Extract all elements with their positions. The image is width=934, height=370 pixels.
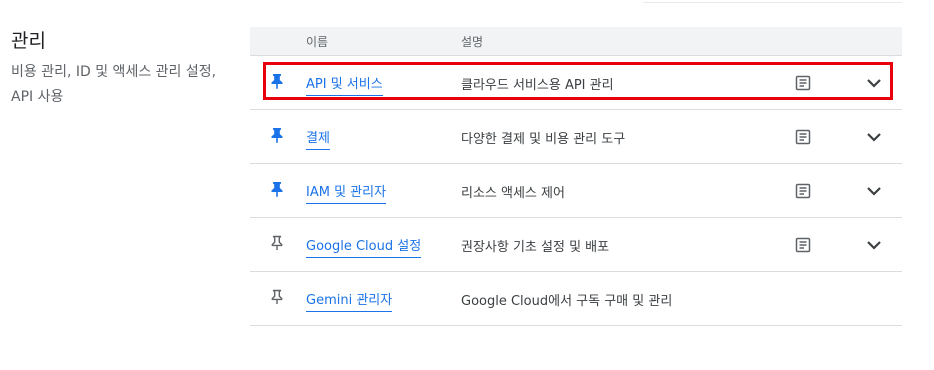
pin-filled-icon[interactable] <box>270 127 284 143</box>
section-title: 관리 <box>11 30 46 52</box>
pin-outline-icon[interactable] <box>270 235 284 251</box>
product-link[interactable]: Gemini 관리자 <box>306 289 393 312</box>
product-link[interactable]: Google Cloud 설정 <box>306 235 422 258</box>
product-link[interactable]: API 및 서비스 <box>306 73 383 96</box>
documentation-icon[interactable] <box>795 183 811 199</box>
pin-filled-icon[interactable] <box>270 181 284 197</box>
pin-outline-icon[interactable] <box>270 289 284 305</box>
table-row: API 및 서비스 클라우드 서비스용 API 관리 <box>250 56 902 110</box>
table-row: IAM 및 관리자 리소스 액세스 제어 <box>250 164 902 218</box>
product-description: 권장사항 기초 설정 및 배포 <box>461 240 610 255</box>
products-table: 이름 설명 API 및 서비스 클라우드 서비스용 API 관리결제 다양한 결제 … <box>250 27 902 326</box>
documentation-icon[interactable] <box>795 237 811 253</box>
chevron-down-icon[interactable] <box>865 237 883 251</box>
table-header: 이름 설명 <box>250 27 902 56</box>
table-row: Gemini 관리자 Google Cloud에서 구독 구매 및 관리 <box>250 272 902 326</box>
documentation-icon[interactable] <box>795 129 811 145</box>
table-row: Google Cloud 설정 권장사항 기초 설정 및 배포 <box>250 218 902 272</box>
header-description: 설명 <box>461 35 484 49</box>
product-description: 다양한 결제 및 비용 관리 도구 <box>461 132 626 147</box>
product-description: 클라우드 서비스용 API 관리 <box>461 78 614 93</box>
top-divider <box>643 0 902 3</box>
chevron-down-icon[interactable] <box>865 75 883 89</box>
chevron-down-icon[interactable] <box>865 129 883 143</box>
table-body: API 및 서비스 클라우드 서비스용 API 관리결제 다양한 결제 및 비용 관… <box>250 56 902 326</box>
documentation-icon[interactable] <box>795 75 811 91</box>
product-description: 리소스 액세스 제어 <box>461 186 565 201</box>
chevron-down-icon[interactable] <box>865 183 883 197</box>
table-row: 결제 다양한 결제 및 비용 관리 도구 <box>250 110 902 164</box>
product-link[interactable]: IAM 및 관리자 <box>306 181 387 204</box>
section-description: 비용 관리, ID 및 액세스 관리 설정, API 사용 <box>11 64 217 105</box>
product-link[interactable]: 결제 <box>306 127 330 150</box>
pin-filled-icon[interactable] <box>270 73 284 89</box>
product-description: Google Cloud에서 구독 구매 및 관리 <box>461 294 673 309</box>
header-name: 이름 <box>306 35 329 49</box>
